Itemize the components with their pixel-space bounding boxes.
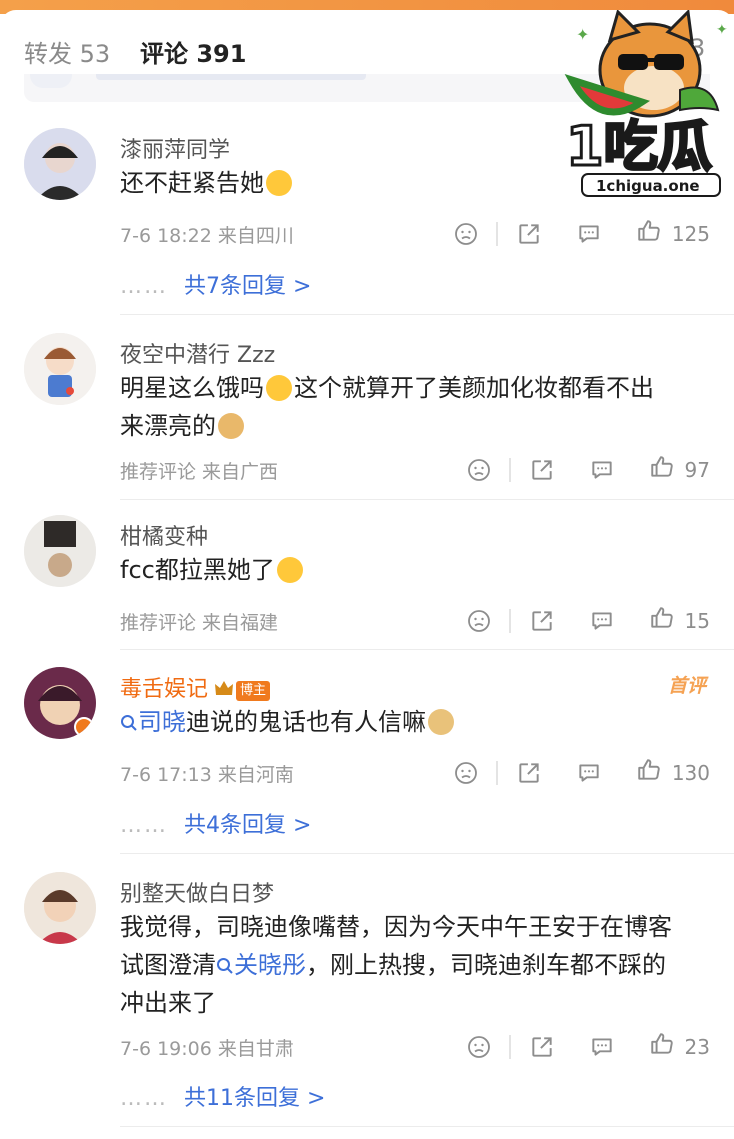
- username[interactable]: 漆丽萍同学: [120, 132, 230, 164]
- crown-icon: [214, 679, 234, 704]
- tab-repost[interactable]: 转发 53: [24, 34, 110, 69]
- dislike-icon[interactable]: [454, 761, 478, 785]
- comment-meta: 7-6 18:22 来自四川: [120, 225, 294, 247]
- like-count: 15: [684, 608, 710, 633]
- like-count: 23: [684, 1034, 710, 1059]
- avatar[interactable]: [24, 515, 96, 587]
- comment-meta: 7-6 19:06 来自甘肃: [120, 1038, 294, 1060]
- comment-icon[interactable]: [589, 1034, 615, 1060]
- share-icon[interactable]: [516, 760, 542, 786]
- comment-actions: 15: [467, 605, 710, 636]
- comment-actions: 23: [467, 1031, 710, 1062]
- comment-icon[interactable]: [589, 608, 615, 634]
- dislike-icon[interactable]: [467, 458, 491, 482]
- like-button[interactable]: 15: [649, 605, 710, 636]
- comment-actions: 97: [467, 454, 710, 485]
- username[interactable]: 夜空中潜行 Zzz: [120, 337, 275, 369]
- like-icon: [649, 605, 675, 636]
- share-icon[interactable]: [529, 608, 555, 634]
- like-button[interactable]: 23: [649, 1031, 710, 1062]
- search-icon: [216, 951, 234, 979]
- comment-meta: 推荐评论 来自福建: [120, 612, 279, 634]
- search-link[interactable]: 关晓彤: [216, 951, 306, 979]
- share-icon[interactable]: [516, 221, 542, 247]
- blogger-badge: 博主: [236, 681, 271, 701]
- comment-meta: 7-6 17:13 来自河南: [120, 764, 294, 786]
- comment-actions: 125: [454, 218, 710, 249]
- dislike-icon[interactable]: [467, 609, 491, 633]
- like-button[interactable]: 97: [649, 454, 710, 485]
- share-icon[interactable]: [529, 457, 555, 483]
- tab-comments[interactable]: 评论 391: [140, 34, 246, 69]
- sweat-emoji: [276, 557, 303, 583]
- doge-emoji: [218, 413, 244, 439]
- comment-icon[interactable]: [576, 221, 602, 247]
- like-icon: [649, 454, 675, 485]
- comment-icon[interactable]: [576, 760, 602, 786]
- comment-meta: 推荐评论 来自广西: [120, 461, 279, 483]
- svg-text:✦: ✦: [716, 22, 728, 38]
- avatar[interactable]: [24, 667, 96, 739]
- like-count: 97: [684, 457, 710, 482]
- sleepy-emoji: [266, 375, 292, 401]
- view-replies-link[interactable]: …… 共11条回复 >: [120, 1080, 325, 1112]
- first-comment-tag: 首评: [667, 675, 706, 697]
- share-icon[interactable]: [529, 1034, 555, 1060]
- username[interactable]: 柑橘变种: [120, 519, 208, 551]
- svg-text:✦: ✦: [576, 25, 589, 44]
- facepalm-emoji: [428, 709, 454, 735]
- view-replies-link[interactable]: …… 共7条回复 >: [120, 268, 311, 300]
- username[interactable]: 毒舌娱记 博主: [120, 671, 271, 704]
- like-count: 125: [671, 221, 710, 246]
- comment-text: 我觉得，司晓迪像嘴替，因为今天中午王安于在博客 试图澄清 关晓彤，刚上热搜，司晓迪刹…: [120, 913, 672, 1017]
- username[interactable]: 别整天做白日梦: [120, 876, 274, 908]
- search-link[interactable]: 司晓: [120, 708, 186, 736]
- avatar[interactable]: [24, 333, 96, 405]
- comment-text: fcc都拉黑她了: [120, 551, 720, 589]
- comment-text: 司晓迪说的鬼话也有人信嘛: [120, 703, 720, 741]
- search-icon: [120, 708, 138, 736]
- comment-text: 明星这么饿吗 这个就算开了美颜加化妆都看不出 来漂亮的: [120, 374, 654, 440]
- dislike-icon[interactable]: [467, 1035, 491, 1059]
- like-button[interactable]: 125: [636, 218, 710, 249]
- like-button[interactable]: 130: [636, 757, 710, 788]
- comment-actions: 130: [454, 757, 710, 788]
- comment-icon[interactable]: [589, 457, 615, 483]
- view-replies-link[interactable]: …… 共4条回复 >: [120, 807, 311, 839]
- avatar[interactable]: [24, 128, 96, 200]
- crying-laughing-emoji: [266, 170, 292, 196]
- like-icon: [636, 218, 662, 249]
- like-icon: [636, 757, 662, 788]
- like-count: 130: [671, 760, 710, 785]
- dislike-icon[interactable]: [454, 222, 478, 246]
- avatar[interactable]: [24, 872, 96, 944]
- comment-text: 还不赶紧告她: [120, 164, 720, 202]
- like-icon: [649, 1031, 675, 1062]
